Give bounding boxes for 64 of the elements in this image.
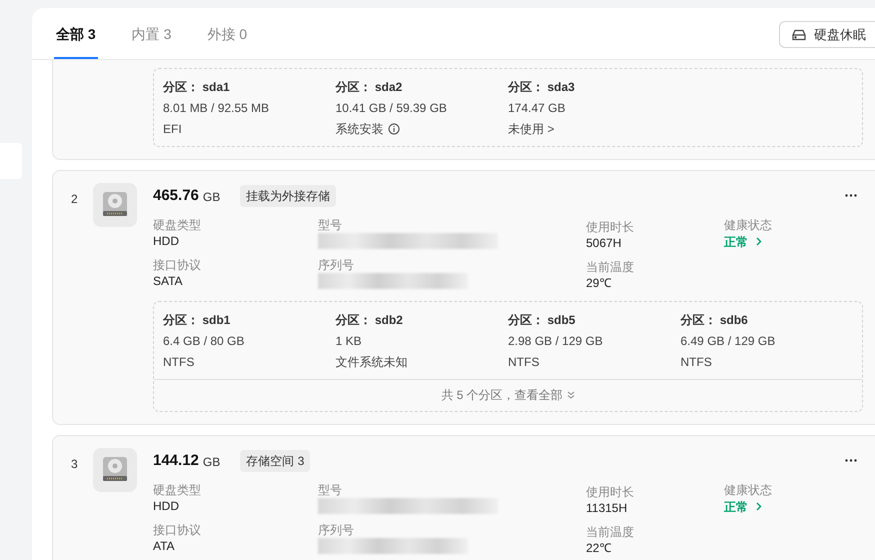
field-label: 硬盘类型 bbox=[153, 482, 202, 498]
more-icon bbox=[845, 194, 857, 198]
field-label: 序列号 bbox=[318, 256, 355, 273]
partition-filesystem: NTFS bbox=[163, 354, 194, 371]
chevron-right-icon bbox=[756, 237, 762, 246]
info-icon[interactable] bbox=[388, 123, 400, 136]
disk-icon bbox=[792, 28, 806, 40]
field-label: 使用时长 bbox=[586, 484, 635, 500]
partition-name: 分区： sdb1 bbox=[163, 312, 232, 329]
partition-name: 分区： sdb2 bbox=[336, 312, 404, 329]
storage-tag: 存储空间 3 bbox=[240, 450, 310, 472]
field-value: ATA bbox=[153, 538, 176, 554]
double-chevron-down-icon bbox=[566, 391, 575, 400]
partition-filesystem: NTFS bbox=[680, 354, 712, 371]
partition-usage: 10.41 GB / 59.39 GB bbox=[336, 100, 448, 117]
field-label: 接口协议 bbox=[153, 256, 202, 273]
tab[interactable]: 内置 3 bbox=[130, 8, 174, 59]
partition-filesystem: 未使用 > bbox=[508, 120, 554, 138]
field-label: 型号 bbox=[318, 482, 343, 498]
more-icon bbox=[845, 459, 857, 462]
field-label: 当前温度 bbox=[586, 258, 635, 275]
storage-tag: 挂载为外接存储 bbox=[240, 184, 336, 207]
field-label: 健康状态 bbox=[724, 482, 772, 498]
chevron-right-icon bbox=[756, 502, 762, 512]
field-value: 22℃ bbox=[586, 540, 612, 556]
health-status-link[interactable]: 正常 bbox=[724, 498, 772, 516]
tab[interactable]: 外接 0 bbox=[205, 8, 250, 59]
partition-usage: 2.98 GB / 129 GB bbox=[508, 332, 604, 350]
field-label: 序列号 bbox=[318, 522, 355, 538]
partition-name: 分区： sdb5 bbox=[508, 312, 576, 329]
partition-usage: 6.4 GB / 80 GB bbox=[163, 332, 246, 350]
health-status-link[interactable]: 正常 bbox=[724, 232, 772, 251]
field-label: 型号 bbox=[318, 216, 343, 233]
field-label: 健康状态 bbox=[724, 216, 772, 233]
partition-name: 分区： sdb6 bbox=[680, 312, 749, 329]
field-label: 硬盘类型 bbox=[153, 216, 202, 233]
row-number: 3 bbox=[71, 456, 79, 473]
partition-name: 分区： sda1 bbox=[163, 78, 231, 96]
partition-usage: 1 KB bbox=[336, 332, 363, 350]
disk-sleep-button[interactable]: 硬盘休眠 bbox=[779, 21, 875, 48]
field-label: 使用时长 bbox=[586, 218, 635, 235]
row-number: 2 bbox=[71, 190, 79, 208]
partition-usage: 6.49 GB / 129 GB bbox=[680, 332, 776, 350]
partition-usage: 8.01 MB / 92.55 MB bbox=[163, 100, 270, 117]
field-value: 5067H bbox=[586, 234, 622, 251]
field-value: SATA bbox=[153, 272, 184, 289]
view-all-partitions-link[interactable]: 共 5 个分区，查看全部 bbox=[154, 378, 862, 411]
field-value: HDD bbox=[153, 232, 180, 249]
size-unit: GB bbox=[202, 454, 220, 471]
partition-name: 分区： sda2 bbox=[336, 78, 404, 96]
partition-name: 分区： sda3 bbox=[508, 78, 576, 96]
disk-size: 465.76 bbox=[153, 186, 199, 206]
partition-usage: 174.47 GB bbox=[508, 100, 566, 117]
field-value: HDD bbox=[153, 498, 180, 514]
disk-size: 144.12 bbox=[153, 450, 199, 471]
size-unit: GB bbox=[202, 188, 220, 206]
field-label: 接口协议 bbox=[153, 522, 202, 538]
partition-filesystem: 文件系统未知 bbox=[336, 354, 408, 371]
field-value: 29℃ bbox=[586, 274, 612, 291]
partition-filesystem: 系统安装 bbox=[336, 120, 384, 138]
partition-filesystem: EFI bbox=[163, 120, 182, 138]
partition-filesystem: NTFS bbox=[508, 354, 540, 371]
field-value: 11315H bbox=[586, 500, 628, 516]
field-label: 当前温度 bbox=[586, 524, 635, 540]
